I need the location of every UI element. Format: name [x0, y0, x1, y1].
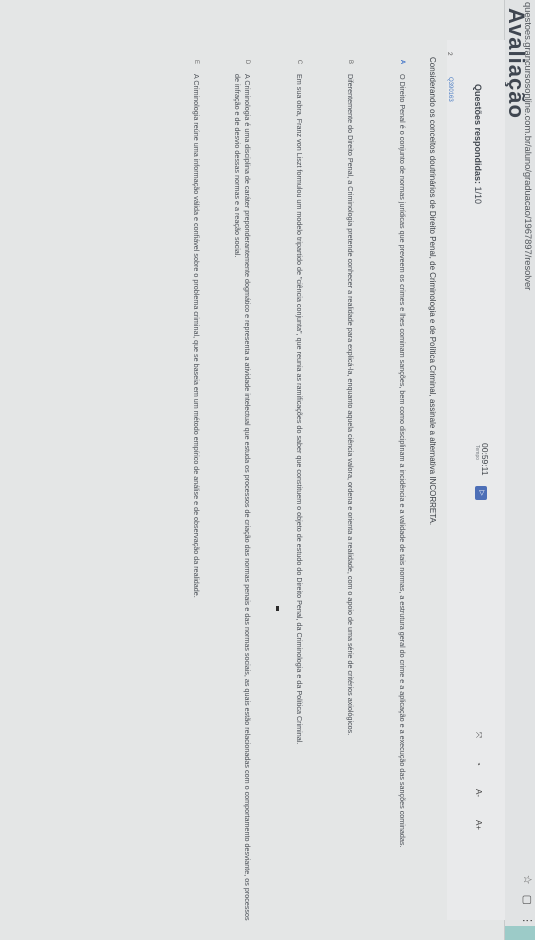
window-edge [505, 926, 535, 940]
alternative-text: Diferentemente do Direito Penal, a Crimi… [346, 74, 355, 736]
expand-icon[interactable]: ⤧ [473, 732, 483, 738]
alternative-letter[interactable]: D [242, 57, 252, 67]
page-title: Avaliação [504, 8, 529, 119]
timer-value: 00:59:11 [480, 443, 490, 476]
question-tools: ⤧ ◔ A- A+ [473, 732, 483, 830]
question-statement: Considerando os conceitos doutrinários d… [428, 57, 437, 526]
alternative-c[interactable]: C Em sua obra, Franz von Liszt formulou … [294, 60, 304, 924]
alternative-d[interactable]: D A Criminologia é uma disciplina de car… [232, 60, 252, 924]
font-decrease-button[interactable]: A- [473, 789, 483, 797]
alternative-text: A Criminologia reúne uma informação váli… [192, 74, 201, 598]
timer: 00:59:11 Tempo [474, 443, 490, 475]
bookmark-star-icon[interactable]: ☆ [521, 875, 534, 885]
answered-counter: Questões respondidas: 1/10 [473, 84, 483, 204]
answered-label: Questões respondidas: [473, 84, 483, 185]
answered-count: 1/10 [473, 186, 483, 205]
alternative-letter[interactable]: B [345, 57, 355, 67]
alternative-text: Em sua obra, Franz von Liszt formulou um… [295, 74, 304, 745]
alternative-letter[interactable]: E [191, 57, 201, 67]
question-header-panel: Questões respondidas: 1/10 00:59:11 Temp… [447, 40, 505, 920]
alternative-text: A Criminologia é uma disciplina de carát… [233, 74, 252, 921]
browser-toolbar: questoes.grancursosonline.com.br/aluno/g… [504, 0, 535, 940]
alternative-letter[interactable]: C [294, 57, 304, 67]
font-increase-button[interactable]: A+ [473, 820, 483, 830]
menu-icon[interactable]: ⋮ [521, 915, 534, 926]
rotated-screen: questoes.grancursosonline.com.br/aluno/g… [0, 0, 535, 940]
alternative-e[interactable]: E A Criminologia reúne uma informação vá… [191, 60, 201, 924]
mouse-cursor [276, 606, 279, 611]
browser-actions: ☆ ▢ ⋮ [521, 875, 534, 926]
contrast-icon[interactable]: ◔ [473, 761, 483, 766]
tab-icon[interactable]: ▢ [521, 895, 534, 905]
play-icon[interactable]: ▷ [475, 486, 487, 500]
alternative-b[interactable]: B Diferentemente do Direito Penal, a Cri… [345, 60, 355, 924]
alternative-letter[interactable]: A [397, 57, 407, 67]
question-code[interactable]: Q390163 [447, 77, 453, 102]
alternative-text: O Direito Penal é o conjunto de normas j… [398, 74, 407, 848]
question-number: 2 [446, 52, 453, 56]
alternative-a[interactable]: A O Direito Penal é o conjunto de normas… [397, 60, 407, 924]
